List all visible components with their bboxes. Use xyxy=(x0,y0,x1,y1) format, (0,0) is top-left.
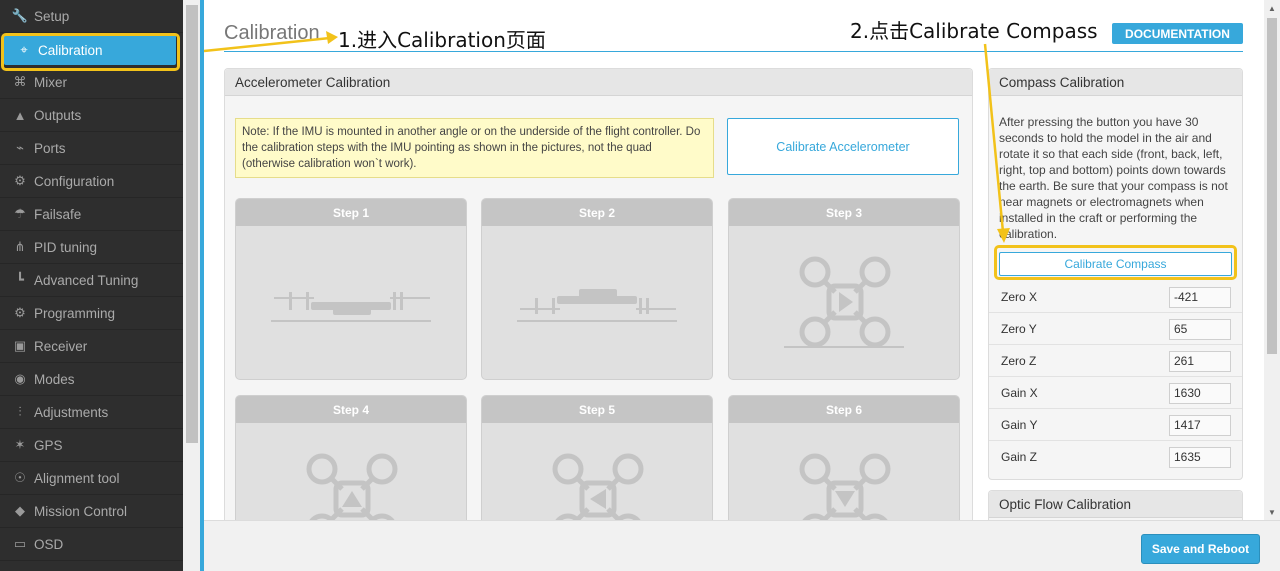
arrow-head-step2 xyxy=(997,228,1010,243)
annotation-step1: 1.进入Calibration页面 xyxy=(338,28,546,52)
arrow-head-step1 xyxy=(326,31,338,44)
arrow-line-step2 xyxy=(983,43,1005,233)
annotation-arrows xyxy=(203,31,1010,243)
arrow-line-step1 xyxy=(203,36,331,53)
annotation-step2: 2.点击Calibrate Compass xyxy=(850,19,1098,43)
